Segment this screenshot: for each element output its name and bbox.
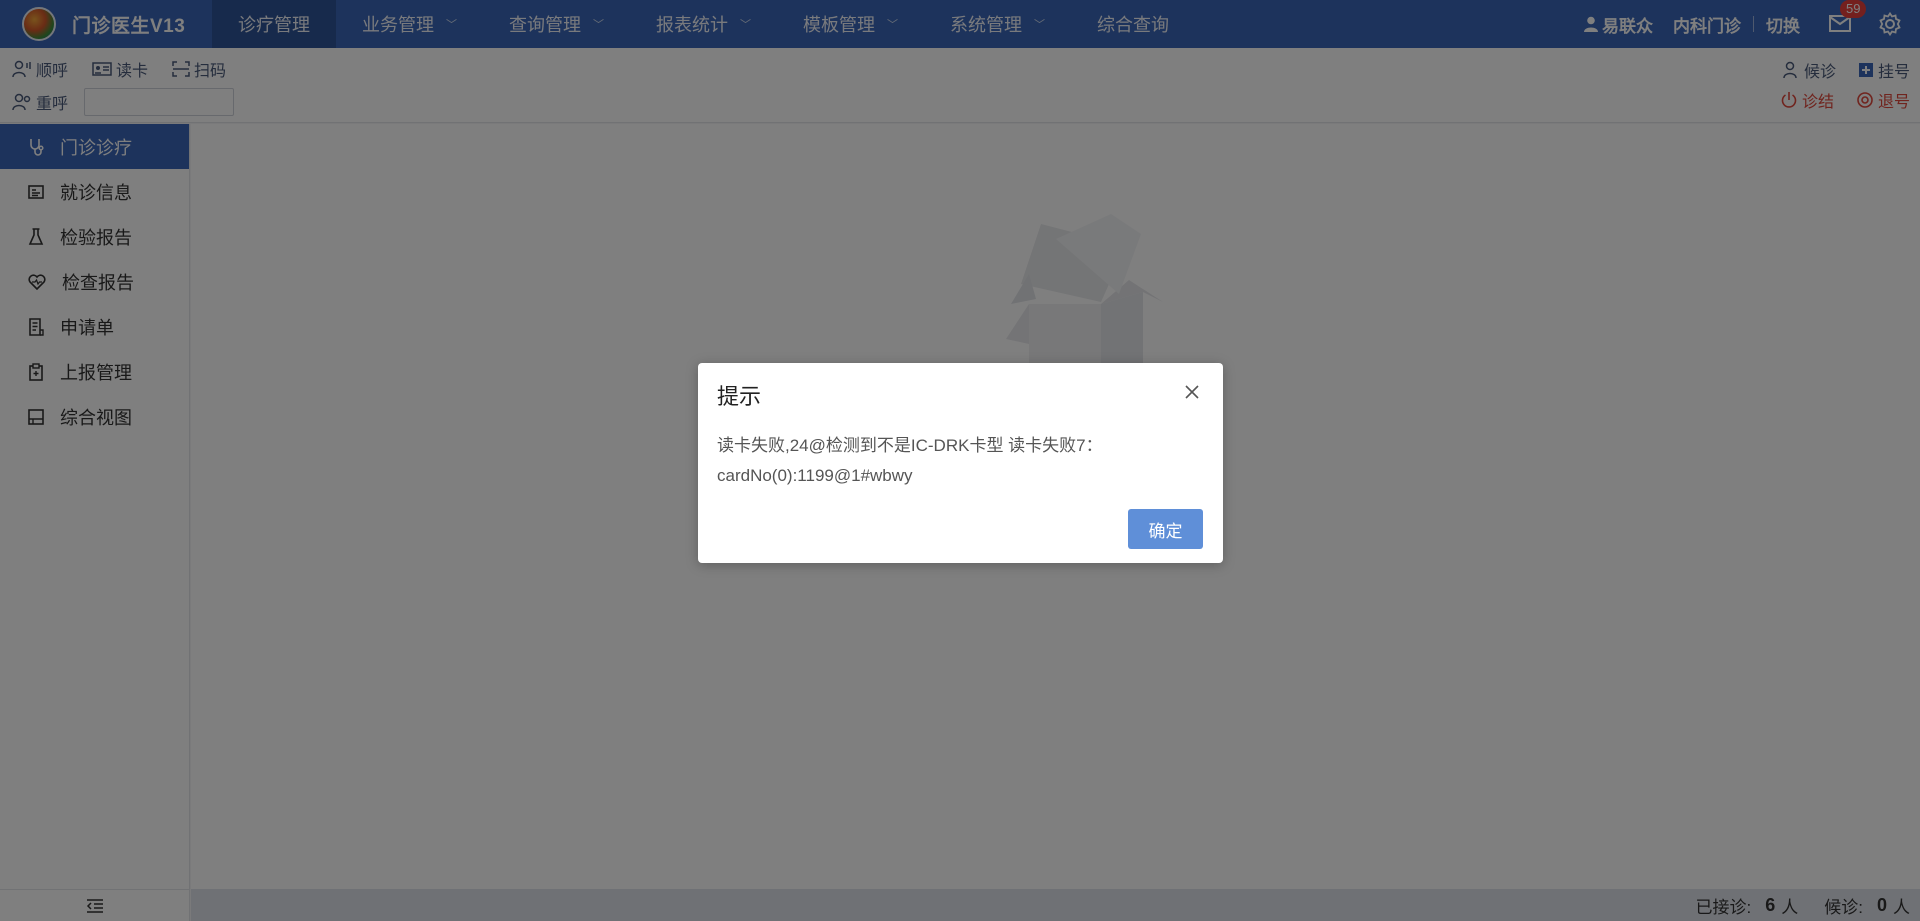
alert-dialog: 提示 读卡失败,24@检测到不是IC-DRK卡型 读卡失败7：cardNo(0)… xyxy=(698,363,1223,563)
dialog-title: 提示 xyxy=(717,384,762,409)
ok-button[interactable]: 确定 xyxy=(1128,509,1203,549)
dialog-message: 读卡失败,24@检测到不是IC-DRK卡型 读卡失败7：cardNo(0):11… xyxy=(717,436,1103,485)
close-icon[interactable] xyxy=(1183,383,1201,401)
